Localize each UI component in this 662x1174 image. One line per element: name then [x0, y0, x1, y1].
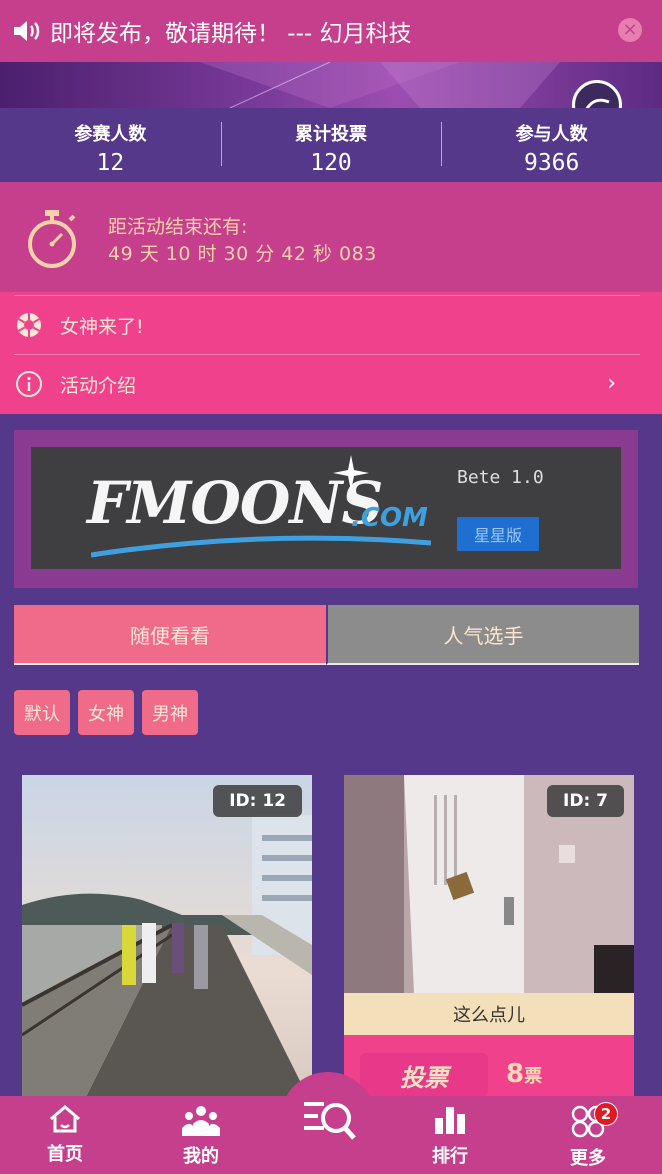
info-menu: 女神来了! 活动介绍 ›: [0, 292, 662, 414]
stat-value: 120: [310, 150, 352, 176]
vote-button[interactable]: 投票: [360, 1053, 488, 1097]
countdown-time: 49 天 10 时 30 分 42 秒 083: [108, 243, 377, 265]
content-tabs: 随便看看 人气选手: [14, 605, 639, 665]
vote-count-value: 8: [506, 1059, 525, 1089]
sparkle-icon: [331, 453, 371, 497]
stat-value: 12: [96, 150, 125, 176]
tab-label: 更多: [570, 1148, 606, 1169]
search-icon: [304, 1102, 356, 1140]
close-icon[interactable]: ×: [618, 18, 642, 42]
contestant-card[interactable]: ID: 7 这么点儿 投票 8票: [344, 775, 634, 1105]
home-icon: [50, 1105, 80, 1133]
menu-item-label: 女神来了!: [60, 315, 144, 338]
search-button[interactable]: [288, 1092, 368, 1152]
countdown-label: 距活动结束还有:: [108, 216, 248, 238]
contestant-id-badge: ID: 12: [213, 785, 302, 817]
stat-value: 9366: [523, 150, 580, 176]
contestant-card[interactable]: ID: 12: [22, 775, 312, 1105]
stat-contestants: 参赛人数 12: [0, 108, 221, 182]
ad-domain: .COM: [351, 503, 428, 533]
filter-god[interactable]: 男神: [142, 690, 198, 735]
filter-goddess[interactable]: 女神: [78, 690, 134, 735]
ad-banner-frame: FMOONS .COM Bete 1.0 星星版: [14, 430, 638, 588]
ad-banner[interactable]: FMOONS .COM Bete 1.0 星星版: [31, 447, 621, 569]
announcement-bar: 即将发布，敬请期待！ --- 幻月科技 ×: [0, 0, 662, 62]
bar-chart-icon: [435, 1107, 465, 1134]
stat-total-votes: 累计投票 120: [220, 108, 442, 182]
tab-random[interactable]: 随便看看: [14, 605, 326, 665]
stat-label: 参赛人数: [74, 124, 147, 145]
tab-ranking[interactable]: 排行: [410, 1104, 490, 1168]
tab-home[interactable]: 首页: [25, 1104, 105, 1166]
contestant-id-badge: ID: 7: [547, 785, 624, 817]
tab-label: 排行: [432, 1146, 468, 1167]
stat-participants: 参与人数 9366: [441, 108, 662, 182]
stat-label: 累计投票: [295, 124, 367, 145]
chevron-right-icon: ›: [607, 371, 616, 396]
tab-popular[interactable]: 人气选手: [326, 605, 639, 665]
notification-badge: 2: [594, 1102, 618, 1126]
menu-item-intro[interactable]: 活动介绍 ›: [14, 355, 640, 413]
menu-item-label: 活动介绍: [60, 374, 137, 397]
tab-mine[interactable]: 我的: [161, 1104, 241, 1168]
tab-label: 首页: [47, 1144, 83, 1165]
users-icon: [182, 1106, 220, 1136]
tab-label: 我的: [183, 1146, 219, 1167]
stopwatch-icon: [24, 208, 80, 274]
ad-badge: 星星版: [457, 517, 539, 551]
stats-bar: 参赛人数 12 累计投票 120 参与人数 9366: [0, 108, 662, 182]
filter-default[interactable]: 默认: [14, 690, 70, 735]
header-banner: [0, 62, 662, 108]
bottom-tab-bar: 首页 我的 排行 2 更多: [0, 1072, 662, 1174]
swoosh-graphic: [90, 535, 432, 563]
info-icon: [14, 369, 44, 399]
stat-label: 参与人数: [515, 124, 588, 145]
vote-count: 8票: [506, 1059, 542, 1089]
announcement-text: 即将发布，敬请期待！ --- 幻月科技: [50, 21, 412, 47]
menu-item-goddess[interactable]: 女神来了!: [14, 296, 640, 354]
speaker-icon: [12, 16, 46, 46]
contestant-caption: 这么点儿: [344, 993, 634, 1035]
contestant-photo: [22, 775, 312, 1105]
ad-version: Bete 1.0: [457, 467, 544, 488]
countdown-panel: 距活动结束还有: 49 天 10 时 30 分 42 秒 083: [0, 182, 662, 292]
vote-unit: 票: [524, 1066, 543, 1087]
tab-more[interactable]: 2 更多: [548, 1102, 628, 1170]
aperture-icon: [14, 310, 44, 340]
filter-chips: 默认 女神 男神: [14, 690, 198, 735]
